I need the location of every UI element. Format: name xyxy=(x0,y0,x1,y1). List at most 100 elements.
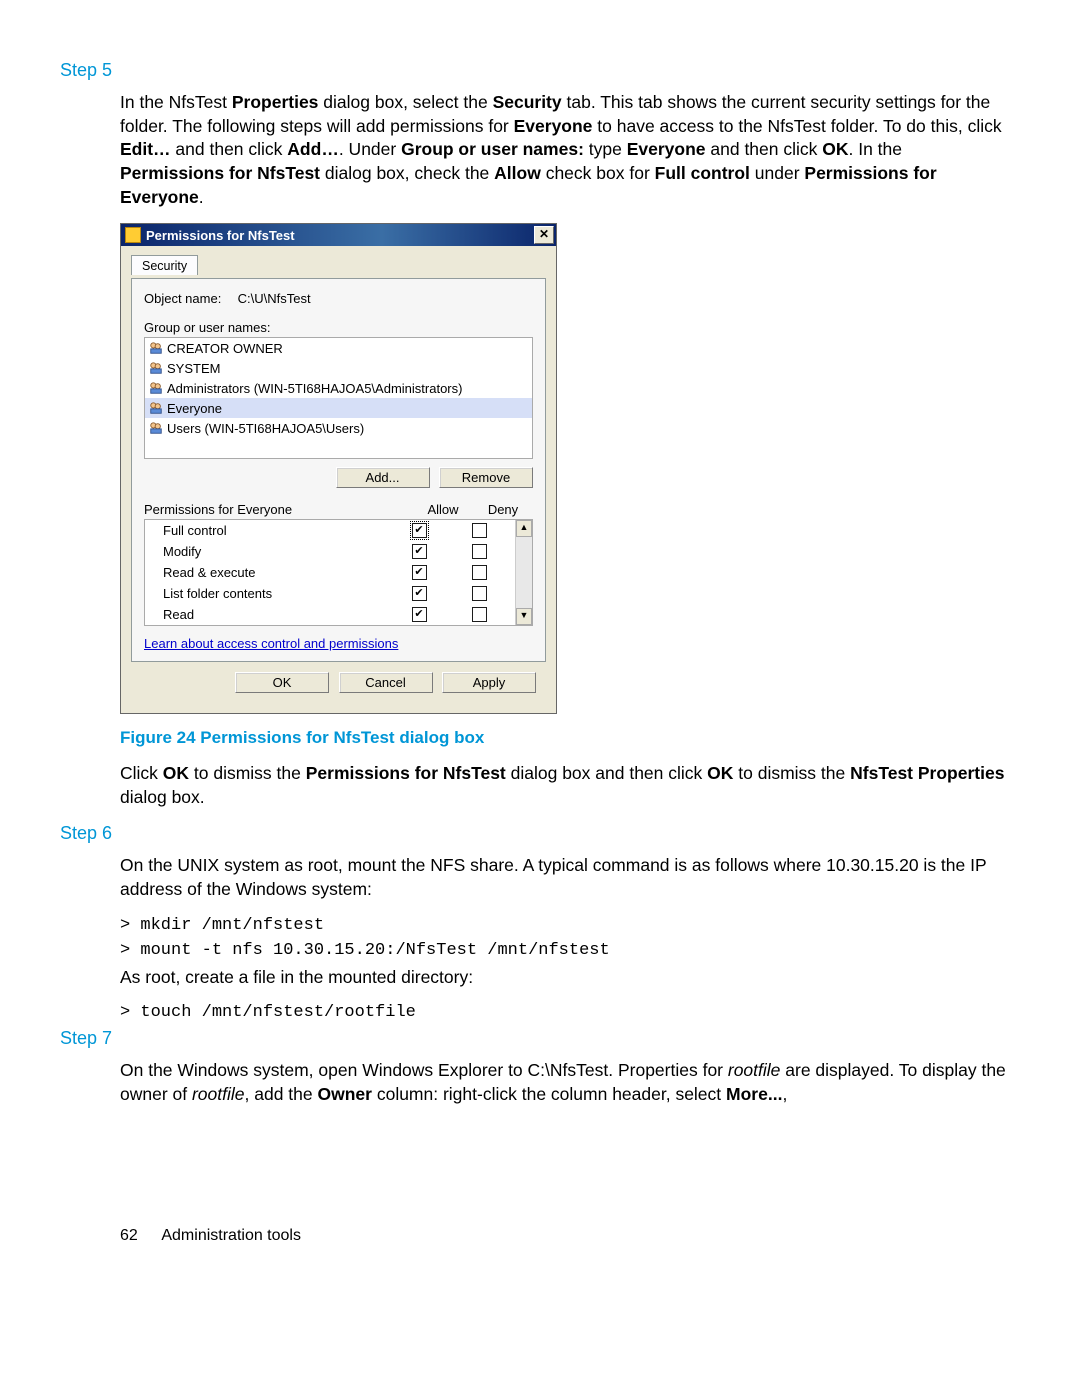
tab-panel: Object name: C:\U\NfsTest Group or user … xyxy=(131,278,546,662)
user-group-icon xyxy=(149,341,163,355)
permission-row: List folder contents ✔ xyxy=(145,583,515,604)
page-number: 62 xyxy=(120,1227,138,1244)
deny-checkbox[interactable] xyxy=(472,544,487,559)
scrollbar[interactable]: ▲ ▼ xyxy=(515,520,532,625)
text-bold: Security xyxy=(493,92,562,112)
text-bold: Everyone xyxy=(627,139,706,159)
text: , add the xyxy=(245,1084,318,1104)
text: Click xyxy=(120,763,163,783)
folder-icon xyxy=(125,227,141,243)
text: under xyxy=(750,163,804,183)
deny-checkbox[interactable] xyxy=(472,523,487,538)
text-bold: OK xyxy=(163,763,189,783)
text: column: right-click the column header, s… xyxy=(372,1084,726,1104)
step5-paragraph2: Click OK to dismiss the Permissions for … xyxy=(120,762,1010,809)
list-item-label: SYSTEM xyxy=(167,361,220,376)
text: and then click xyxy=(706,139,823,159)
command-line: > mount -t nfs 10.30.15.20:/NfsTest /mnt… xyxy=(120,941,1010,960)
text: dialog box, select the xyxy=(318,92,492,112)
scroll-track[interactable] xyxy=(516,537,532,608)
text-bold: More... xyxy=(726,1084,782,1104)
object-name-label: Object name: xyxy=(144,291,234,306)
permission-name: Read xyxy=(163,607,389,622)
user-group-icon xyxy=(149,421,163,435)
step6-paragraph: On the UNIX system as root, mount the NF… xyxy=(120,854,1010,901)
text: type xyxy=(584,139,627,159)
text: to dismiss the xyxy=(733,763,850,783)
text: and then click xyxy=(171,139,288,159)
permissions-listbox: Full control ✔ Modify ✔ Read & execute ✔ xyxy=(145,520,515,625)
text-bold: Properties xyxy=(232,92,319,112)
allow-checkbox[interactable]: ✔ xyxy=(412,565,427,580)
step7-paragraph: On the Windows system, open Windows Expl… xyxy=(120,1059,1010,1106)
list-item[interactable]: SYSTEM xyxy=(145,358,532,378)
text: On the Windows system, open Windows Expl… xyxy=(120,1060,728,1080)
group-users-label: Group or user names: xyxy=(144,320,533,335)
list-item[interactable]: Administrators (WIN-5TI68HAJOA5\Administ… xyxy=(145,378,532,398)
allow-checkbox[interactable]: ✔ xyxy=(412,607,427,622)
text-bold: OK xyxy=(707,763,733,783)
text: . xyxy=(199,187,204,207)
permission-row: Read ✔ xyxy=(145,604,515,625)
allow-column-header: Allow xyxy=(413,502,473,517)
text-bold: Edit… xyxy=(120,139,171,159)
permission-name: Modify xyxy=(163,544,389,559)
permission-name: Full control xyxy=(163,523,389,538)
deny-checkbox[interactable] xyxy=(472,565,487,580)
tab-security[interactable]: Security xyxy=(131,255,198,275)
deny-column-header: Deny xyxy=(473,502,533,517)
deny-checkbox[interactable] xyxy=(472,586,487,601)
page-footer: 62 Administration tools xyxy=(120,1227,1010,1245)
scroll-down-icon[interactable]: ▼ xyxy=(516,608,532,625)
list-item[interactable]: CREATOR OWNER xyxy=(145,338,532,358)
text-italic: rootfile xyxy=(192,1084,245,1104)
command-line: > touch /mnt/nfstest/rootfile xyxy=(120,1003,1010,1022)
cancel-button[interactable]: Cancel xyxy=(339,672,433,693)
text: , xyxy=(782,1084,787,1104)
footer-section: Administration tools xyxy=(161,1227,301,1244)
scroll-up-icon[interactable]: ▲ xyxy=(516,520,532,537)
permission-name: List folder contents xyxy=(163,586,389,601)
text-bold: Allow xyxy=(494,163,541,183)
group-users-listbox[interactable]: CREATOR OWNER SYSTEM Administrators (WIN… xyxy=(144,337,533,459)
apply-button[interactable]: Apply xyxy=(442,672,536,693)
text-bold: Permissions for NfsTest xyxy=(120,163,320,183)
step6-paragraph2: As root, create a file in the mounted di… xyxy=(120,966,1010,990)
text-bold: Group or user names: xyxy=(401,139,584,159)
deny-checkbox[interactable] xyxy=(472,607,487,622)
close-icon[interactable]: ✕ xyxy=(534,226,554,244)
text-bold: Everyone xyxy=(514,116,593,136)
text-bold: NfsTest Properties xyxy=(850,763,1004,783)
figure-caption: Figure 24 Permissions for NfsTest dialog… xyxy=(120,728,1010,748)
learn-link[interactable]: Learn about access control and permissio… xyxy=(144,636,398,651)
text: dialog box, check the xyxy=(320,163,494,183)
remove-button[interactable]: Remove xyxy=(439,467,533,488)
permissions-title: Permissions for Everyone xyxy=(144,502,413,517)
user-group-icon xyxy=(149,381,163,395)
step-6-label: Step 6 xyxy=(60,823,1010,844)
add-button[interactable]: Add... xyxy=(336,467,430,488)
object-name-value: C:\U\NfsTest xyxy=(238,291,311,306)
dialog-title: Permissions for NfsTest xyxy=(146,228,534,243)
text: dialog box and then click xyxy=(506,763,707,783)
titlebar[interactable]: Permissions for NfsTest ✕ xyxy=(121,224,556,246)
allow-checkbox[interactable]: ✔ xyxy=(412,544,427,559)
list-item[interactable]: Everyone xyxy=(145,398,532,418)
text: . Under xyxy=(339,139,401,159)
allow-checkbox[interactable]: ✔ xyxy=(412,523,427,538)
text: In the NfsTest xyxy=(120,92,232,112)
permission-row: Read & execute ✔ xyxy=(145,562,515,583)
text: to have access to the NfsTest folder. To… xyxy=(592,116,1001,136)
list-item-label: Everyone xyxy=(167,401,222,416)
text-bold: OK xyxy=(822,139,848,159)
text-bold: Add… xyxy=(287,139,339,159)
text: to dismiss the xyxy=(189,763,306,783)
list-item[interactable]: Users (WIN-5TI68HAJOA5\Users) xyxy=(145,418,532,438)
user-group-icon xyxy=(149,361,163,375)
list-item-label: CREATOR OWNER xyxy=(167,341,283,356)
ok-button[interactable]: OK xyxy=(235,672,329,693)
allow-checkbox[interactable]: ✔ xyxy=(412,586,427,601)
step-5-label: Step 5 xyxy=(60,60,1010,81)
text-bold: Owner xyxy=(318,1084,372,1104)
text-bold: Full control xyxy=(655,163,750,183)
